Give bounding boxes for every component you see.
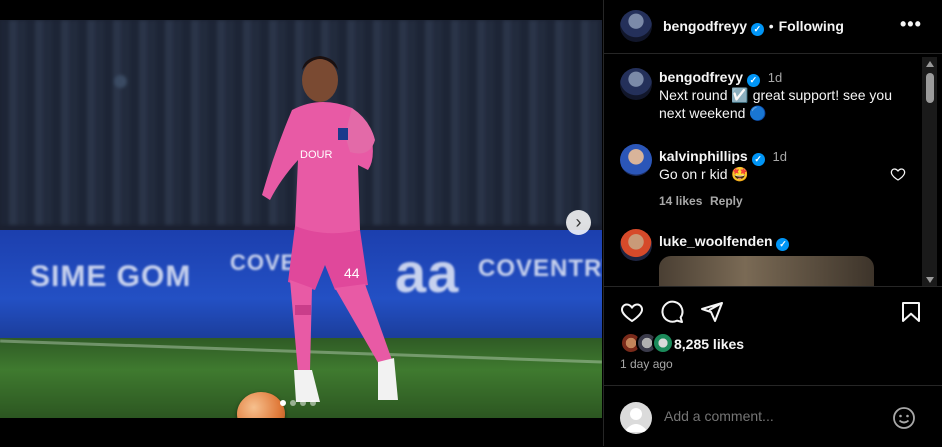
- post-media[interactable]: SIME GOM COVENTRY aa COVENTRY 44 DOUR ›: [0, 20, 602, 418]
- heart-icon[interactable]: [620, 300, 644, 324]
- verified-badge-icon: ✓: [776, 238, 790, 251]
- post-header: bengodfreyy ✓ • Following •••: [604, 0, 942, 54]
- player-figure: 44 DOUR: [262, 56, 398, 402]
- scroll-thumb[interactable]: [926, 73, 934, 103]
- carousel-dot: [290, 400, 296, 406]
- comment-icon[interactable]: [660, 300, 684, 324]
- comment-header: luke_woolfenden ✓: [659, 232, 790, 251]
- action-bar: [604, 286, 942, 287]
- caption-time[interactable]: 1d: [768, 70, 782, 85]
- comment-username[interactable]: luke_woolfenden: [659, 233, 773, 249]
- caption-avatar[interactable]: [620, 68, 652, 100]
- comments-list[interactable]: bengodfreyy ✓ 1d Next round ☑️ great sup…: [604, 54, 942, 286]
- author-line: bengodfreyy ✓ • Following: [663, 18, 844, 36]
- carousel-dot-active: [280, 400, 286, 406]
- post-date[interactable]: 1 day ago: [620, 357, 673, 371]
- chevron-right-icon: ›: [575, 212, 582, 232]
- caption-header: bengodfreyy ✓ 1d: [659, 68, 782, 87]
- hoarding-text-right: COVENTRY: [478, 255, 602, 282]
- reply-button[interactable]: Reply: [710, 194, 743, 208]
- carousel-dot: [310, 400, 316, 406]
- caption-username[interactable]: bengodfreyy: [659, 69, 743, 85]
- player-number: 44: [344, 265, 360, 281]
- verified-badge-icon: ✓: [750, 23, 764, 36]
- following-button[interactable]: Following: [779, 18, 844, 34]
- comment-avatar-kalvinphillips[interactable]: [620, 144, 652, 176]
- author-username[interactable]: bengodfreyy: [663, 18, 747, 34]
- scroll-down-icon[interactable]: [926, 277, 934, 283]
- verified-badge-icon: ✓: [751, 153, 765, 166]
- next-media-button[interactable]: ›: [566, 210, 591, 235]
- header-separator: •: [768, 18, 774, 34]
- heart-icon[interactable]: [890, 166, 906, 182]
- likes-count[interactable]: 8,285 likes: [674, 336, 744, 352]
- comment-avatar-luke_woolfenden[interactable]: [620, 229, 652, 261]
- share-icon[interactable]: [700, 300, 724, 324]
- caption-text-line1: Next round ☑️ great support! see you: [659, 87, 893, 103]
- liker-avatar[interactable]: [652, 332, 674, 354]
- bookmark-icon[interactable]: [899, 300, 923, 324]
- add-comment-input[interactable]: [664, 408, 884, 424]
- comment-header: kalvinphillips ✓ 1d: [659, 147, 787, 166]
- post-details-panel: bengodfreyy ✓ • Following ••• bengodfrey…: [603, 0, 942, 446]
- comment-image-preview[interactable]: [659, 256, 874, 286]
- more-icon[interactable]: •••: [900, 14, 922, 35]
- caption-text-line2: next weekend 🔵: [659, 105, 767, 121]
- comment-time[interactable]: 1d: [772, 149, 786, 164]
- svg-text:DOUR: DOUR: [300, 149, 332, 161]
- hoarding-text-left: SIME GOM: [30, 260, 192, 293]
- author-avatar[interactable]: [620, 10, 652, 42]
- comments-scrollbar[interactable]: [922, 57, 937, 287]
- current-user-avatar: [620, 402, 652, 434]
- carousel-dot: [300, 400, 306, 406]
- default-avatar-icon: [624, 408, 648, 432]
- carousel-dots: [280, 400, 316, 406]
- add-comment-bar: [604, 385, 942, 447]
- comment-text: Go on r kid 🤩: [659, 166, 749, 182]
- scroll-up-icon[interactable]: [926, 61, 934, 67]
- comment-username[interactable]: kalvinphillips: [659, 148, 748, 164]
- emoji-icon[interactable]: [892, 406, 916, 430]
- comment-likes[interactable]: 14 likes: [659, 194, 702, 208]
